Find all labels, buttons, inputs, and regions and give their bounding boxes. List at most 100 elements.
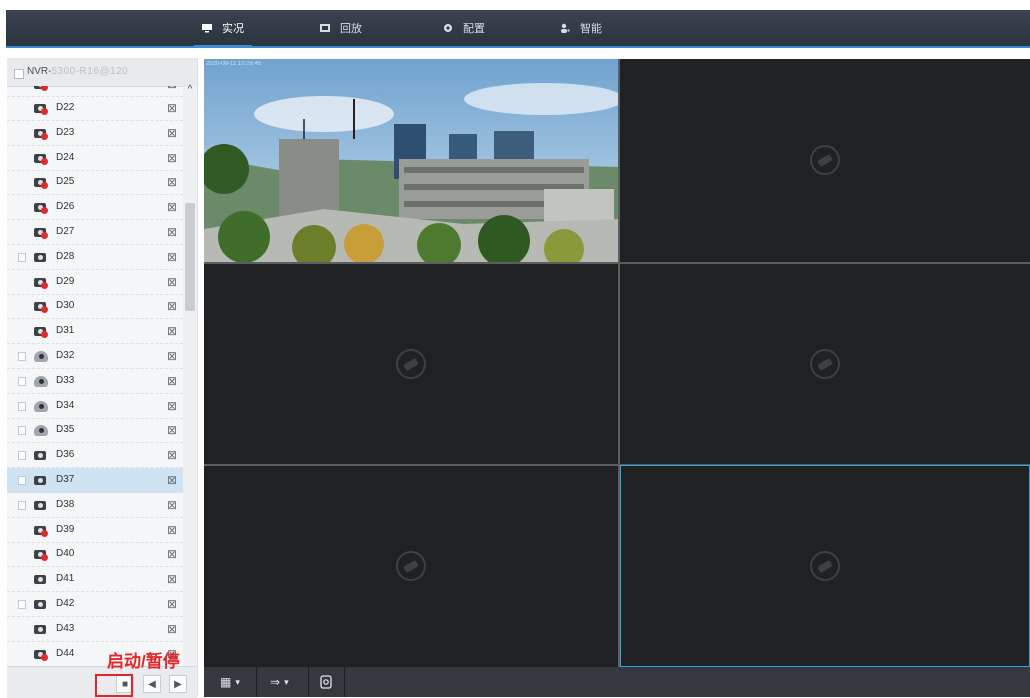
next-button[interactable]: ▶ [169, 675, 187, 693]
tab-config[interactable]: 配置 [443, 10, 485, 46]
picture-in-picture-icon[interactable]: ⊠ [167, 622, 181, 636]
device-tree-root[interactable]: NVR-5300-R16@120 [7, 58, 197, 87]
channel-row[interactable]: D39 ⊠ [7, 518, 183, 543]
picture-in-picture-icon[interactable]: ⊠ [167, 448, 181, 462]
bullet-camera-icon [34, 300, 48, 314]
channel-row[interactable]: D27 ⊠ [7, 220, 183, 245]
no-video-camera-icon [396, 349, 426, 379]
channel-label: D32 [56, 350, 75, 361]
channel-row[interactable]: D26 ⊠ [7, 195, 183, 221]
picture-in-picture-icon[interactable]: ⊠ [167, 101, 181, 115]
picture-in-picture-icon[interactable]: ⊠ [167, 275, 181, 289]
picture-in-picture-icon[interactable]: ⊠ [167, 498, 181, 512]
offline-badge-icon [41, 331, 48, 339]
offline-badge-icon [41, 108, 48, 115]
picture-in-picture-icon[interactable]: ⊠ [167, 250, 181, 264]
snapshot-button[interactable] [320, 673, 332, 691]
expand-toggle[interactable] [18, 252, 26, 262]
video-cell-1[interactable]: 2020-08-11 10:28:45 [204, 59, 618, 262]
live-video-frame [204, 59, 618, 262]
dome-camera-icon [34, 400, 48, 412]
bullet-camera-icon [34, 251, 48, 263]
channel-row[interactable]: D38 ⊠ [7, 493, 183, 518]
picture-in-picture-icon[interactable]: ⊠ [167, 473, 181, 487]
channel-row[interactable]: D34 ⊠ [7, 394, 183, 419]
channel-row[interactable]: D41 ⊠ [7, 567, 183, 593]
channel-row[interactable]: D25 ⊠ [7, 170, 183, 196]
channel-row[interactable]: D29 ⊠ [7, 270, 183, 295]
offline-badge-icon [41, 132, 48, 140]
scroll-up-icon[interactable]: ^ [185, 84, 195, 95]
channel-row[interactable]: D28 ⊠ [7, 245, 183, 270]
toolbar-divider [256, 667, 257, 697]
expand-toggle[interactable] [18, 426, 26, 436]
offline-badge-icon [41, 232, 48, 239]
channel-row[interactable]: D37 ⊠ [7, 468, 183, 493]
video-cell-3[interactable] [204, 264, 618, 464]
expand-toggle[interactable] [18, 451, 26, 461]
tab-smart[interactable]: 智能 [560, 10, 602, 46]
channel-row[interactable]: D32 ⊠ [7, 344, 183, 369]
scroll-thumb[interactable] [185, 203, 195, 311]
picture-in-picture-icon[interactable]: ⊠ [167, 200, 181, 214]
tree-scrollbar[interactable]: ^ ⌄ [183, 84, 197, 674]
picture-in-picture-icon[interactable]: ⊠ [167, 151, 181, 165]
video-cell-5[interactable] [204, 466, 618, 667]
bullet-camera-icon [34, 152, 48, 165]
dome-camera-icon [34, 424, 48, 437]
expand-toggle[interactable] [18, 376, 26, 386]
channel-label: D25 [56, 176, 75, 188]
expand-toggle[interactable] [18, 600, 26, 609]
grid-divider-horizontal [204, 262, 1030, 264]
picture-in-picture-icon[interactable]: ⊠ [167, 399, 181, 413]
offline-badge-icon [41, 281, 48, 289]
picture-in-picture-icon[interactable]: ⊠ [167, 299, 181, 313]
channel-row[interactable]: D36 ⊠ [7, 443, 183, 469]
device-name: NVR-5300-R16@120 [27, 66, 128, 77]
gear-icon [444, 24, 452, 32]
person-icon [561, 23, 570, 33]
channel-row[interactable]: D23 ⊠ [7, 121, 183, 146]
channel-row[interactable]: D33 ⊠ [7, 369, 183, 394]
picture-in-picture-icon[interactable]: ⊠ [167, 349, 181, 363]
channel-row[interactable]: D40 ⊠ [7, 542, 183, 568]
channel-row[interactable]: D30 ⊠ [7, 294, 183, 320]
channel-label: D40 [56, 548, 75, 560]
channel-label: D22 [56, 102, 75, 113]
tab-smart-label: 智能 [580, 23, 602, 35]
channel-row[interactable]: D22 ⊠ [7, 96, 183, 121]
layout-button[interactable]: ▦ ▾ [220, 673, 240, 691]
channel-row[interactable]: D24 ⊠ [7, 146, 183, 171]
picture-in-picture-icon[interactable]: ⊠ [167, 423, 181, 437]
picture-in-picture-icon[interactable]: ⊠ [167, 175, 181, 189]
picture-in-picture-icon[interactable]: ⊠ [167, 597, 181, 611]
channel-row[interactable]: D42 ⊠ [7, 592, 183, 617]
tab-playback[interactable]: 回放 [320, 10, 362, 46]
picture-in-picture-icon[interactable]: ⊠ [167, 523, 181, 537]
channel-label: D37 [56, 474, 75, 485]
no-video-camera-icon [810, 145, 840, 175]
bullet-camera-icon [34, 474, 48, 486]
stream-button[interactable]: ⇒ ▾ [270, 673, 289, 691]
channel-row[interactable]: D43 ⊠ [7, 617, 183, 642]
picture-in-picture-icon[interactable]: ⊠ [167, 572, 181, 586]
picture-in-picture-icon[interactable]: ⊠ [167, 126, 181, 140]
expand-toggle[interactable] [18, 476, 26, 485]
collapse-toggle[interactable] [14, 69, 24, 79]
picture-in-picture-icon[interactable]: ⊠ [167, 324, 181, 338]
picture-in-picture-icon[interactable]: ⊠ [167, 225, 181, 239]
expand-toggle[interactable] [18, 401, 26, 411]
expand-toggle[interactable] [18, 352, 26, 361]
channel-row[interactable]: D31 ⊠ [7, 319, 183, 345]
picture-in-picture-icon[interactable]: ⊠ [167, 374, 181, 388]
video-cell-2[interactable] [620, 59, 1030, 262]
tab-live[interactable]: 实况 [194, 10, 252, 48]
channel-row[interactable]: D35 ⊠ [7, 418, 183, 444]
bullet-camera-icon [34, 648, 48, 661]
expand-toggle[interactable] [18, 500, 26, 510]
picture-in-picture-icon[interactable]: ⊠ [167, 547, 181, 561]
previous-button[interactable]: ◀ [143, 675, 161, 693]
video-cell-4[interactable] [620, 264, 1030, 464]
bullet-camera-icon [34, 548, 48, 562]
bullet-camera-icon [34, 573, 48, 585]
